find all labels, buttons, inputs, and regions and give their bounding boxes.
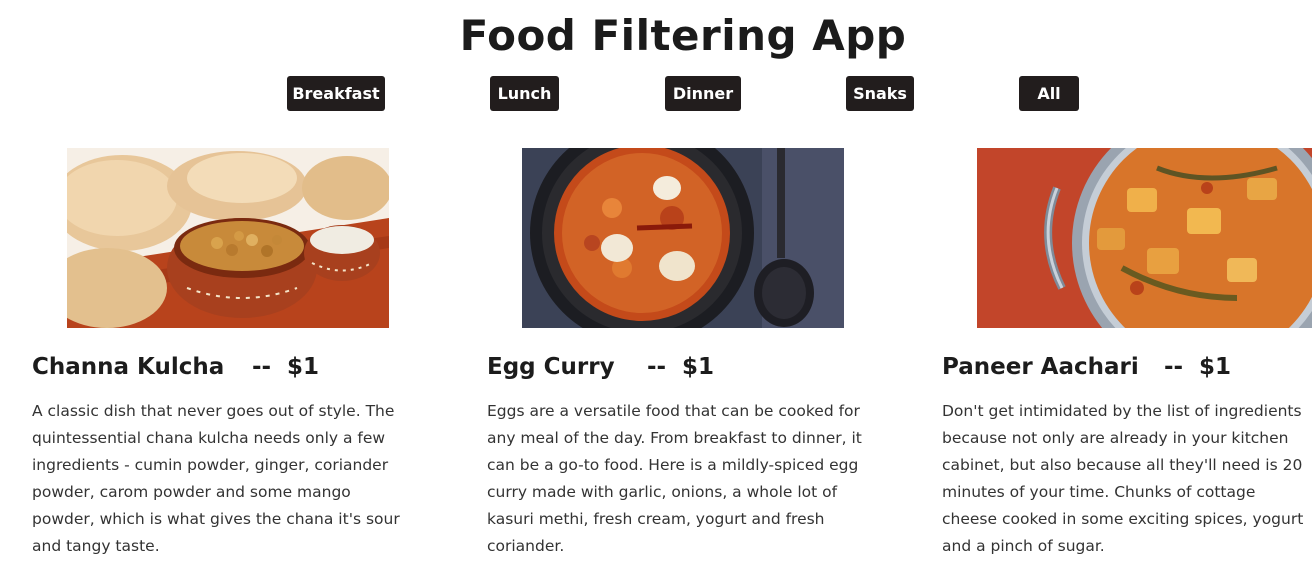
page-title: Food Filtering App <box>459 11 907 60</box>
filter-button-dinner[interactable]: Dinner <box>665 76 741 111</box>
food-image-egg-curry <box>522 148 844 328</box>
filter-button-snaks[interactable]: Snaks <box>846 76 914 111</box>
card-heading: Paneer Aachari -- $1 <box>942 350 1312 384</box>
card-heading: Egg Curry -- $1 <box>487 350 887 384</box>
food-price: $1 <box>1199 354 1232 380</box>
food-name: Paneer Aachari <box>942 354 1139 380</box>
food-description: Don't get intimidated by the list of ing… <box>942 402 1304 555</box>
food-description: Eggs are a versatile food that can be co… <box>487 402 862 555</box>
price-separator: -- <box>647 354 667 380</box>
food-image-channa-kulcha <box>67 148 389 328</box>
card-heading: Channa Kulcha -- $1 <box>32 350 432 384</box>
filter-button-all[interactable]: All <box>1019 76 1079 111</box>
food-description: A classic dish that never goes out of st… <box>32 402 400 555</box>
food-name: Egg Curry <box>487 354 615 380</box>
price-separator: -- <box>1164 354 1184 380</box>
food-price: $1 <box>287 354 320 380</box>
food-price: $1 <box>682 354 715 380</box>
filter-button-breakfast[interactable]: Breakfast <box>287 76 385 111</box>
food-image-paneer-aachari <box>977 148 1312 328</box>
price-separator: -- <box>252 354 272 380</box>
food-name: Channa Kulcha <box>32 354 225 380</box>
filter-button-lunch[interactable]: Lunch <box>490 76 559 111</box>
